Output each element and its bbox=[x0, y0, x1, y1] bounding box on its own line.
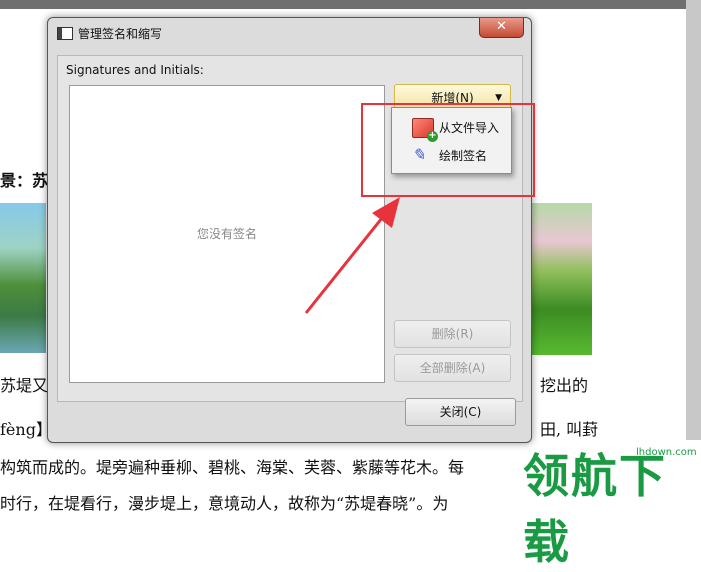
watermark-logo: 领航下载 bbox=[523, 449, 667, 569]
watermark-url: lhdown.com bbox=[636, 447, 697, 458]
annotation-arrow-icon bbox=[304, 197, 400, 314]
